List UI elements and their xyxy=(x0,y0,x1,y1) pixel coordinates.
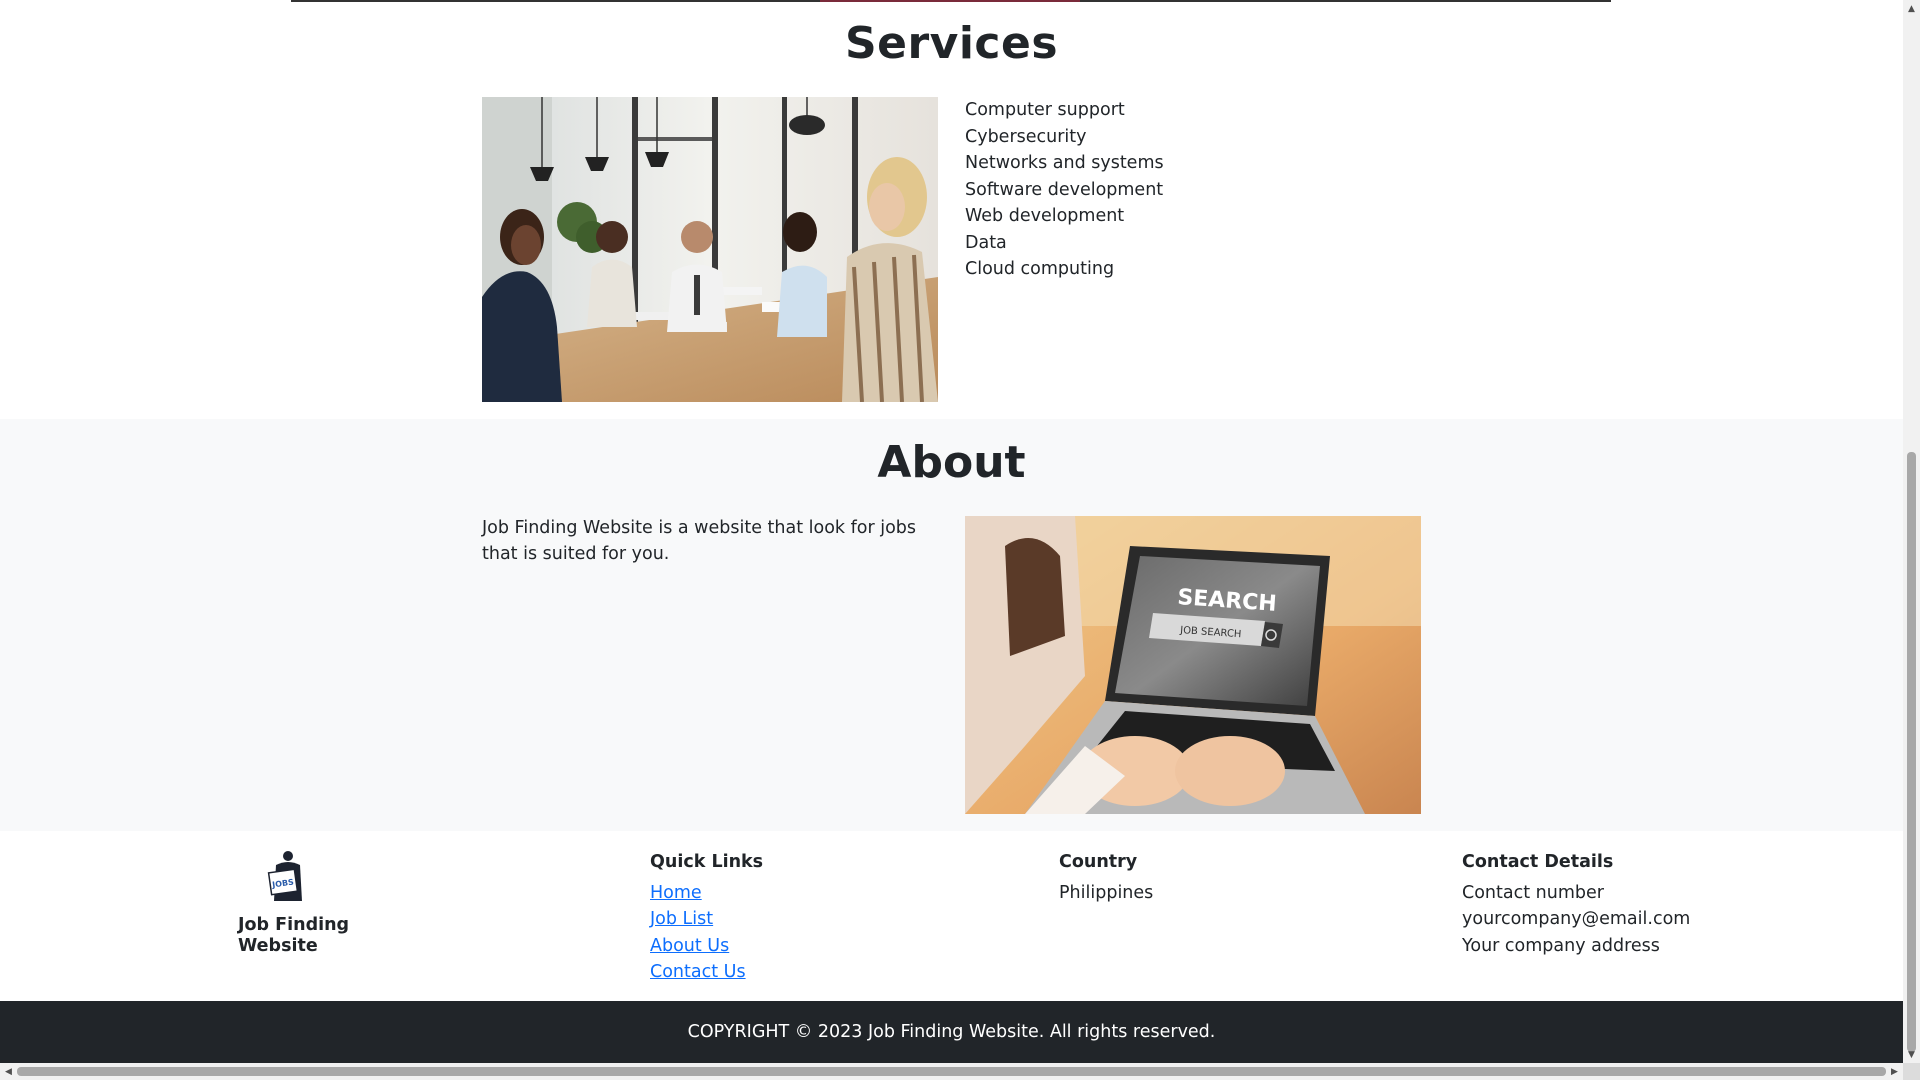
list-item: Software development xyxy=(965,179,1164,200)
page-viewport: Services Computer support Cybersecurity … xyxy=(0,0,1903,1063)
copyright-text: COPYRIGHT © 2023 Job Finding Website. Al… xyxy=(687,1022,1216,1042)
services-section: Services Computer support Cybersecurity … xyxy=(0,0,1903,419)
scrollbar-corner xyxy=(1903,1063,1920,1080)
services-list: Computer support Cybersecurity Networks … xyxy=(965,97,1164,283)
footer-brand: JOBS Job Finding Website xyxy=(238,849,378,957)
list-item: Web development xyxy=(965,206,1125,226)
footer-link-contact-us[interactable]: Contact Us xyxy=(650,959,763,986)
about-section: About Job Finding Website is a website t… xyxy=(0,419,1903,831)
services-office-meeting-image xyxy=(482,97,938,402)
about-laptop-job-search-image: SEARCH JOB SEARCH xyxy=(965,516,1421,814)
scroll-left-icon[interactable]: ◀ xyxy=(0,1063,17,1080)
footer-quick-links: Quick Links Home Job List About Us Conta… xyxy=(650,849,763,986)
quick-links-title: Quick Links xyxy=(650,852,764,872)
list-item: Networks and systems xyxy=(965,153,1164,173)
vertical-scroll-thumb[interactable] xyxy=(1907,452,1916,1052)
copyright-bar: COPYRIGHT © 2023 Job Finding Website. Al… xyxy=(0,1001,1903,1063)
scroll-up-icon[interactable]: ▲ xyxy=(1903,0,1920,17)
top-divider-accent xyxy=(820,0,1080,2)
country-value: Philippines xyxy=(1059,882,1154,903)
contact-email: yourcompany@email.com xyxy=(1462,909,1691,929)
footer-brand-name: Job Finding Website xyxy=(238,915,350,956)
list-item: Data xyxy=(965,232,1007,253)
footer-link-job-list[interactable]: Job List xyxy=(650,906,763,933)
footer-link-about-us[interactable]: About Us xyxy=(650,933,763,960)
site-footer: JOBS Job Finding Website Quick Links Hom… xyxy=(0,831,1903,1001)
vertical-scrollbar[interactable]: ▲ ▼ xyxy=(1903,0,1920,1063)
footer-link-home[interactable]: Home xyxy=(650,880,763,907)
horizontal-scroll-thumb[interactable] xyxy=(17,1067,1886,1076)
contact-details-title: Contact Details xyxy=(1462,852,1614,872)
footer-contact-details: Contact Details Contact number yourcompa… xyxy=(1462,849,1690,959)
services-title: Services xyxy=(844,18,1059,69)
scroll-right-icon[interactable]: ▶ xyxy=(1886,1063,1903,1080)
list-item: Cybersecurity xyxy=(965,126,1087,147)
list-item: Computer support xyxy=(965,100,1125,120)
about-description: Job Finding Website is a website that lo… xyxy=(482,518,917,564)
contact-address: Your company address xyxy=(1462,935,1660,956)
jobs-logo-icon: JOBS xyxy=(267,851,302,901)
about-title: About xyxy=(877,437,1026,488)
country-title: Country xyxy=(1059,852,1138,872)
scroll-down-icon[interactable]: ▼ xyxy=(1903,1046,1920,1063)
list-item: Cloud computing xyxy=(965,259,1115,279)
contact-number: Contact number xyxy=(1462,882,1604,903)
footer-country: Country Philippines xyxy=(1059,849,1153,906)
horizontal-scrollbar[interactable]: ◀ ▶ xyxy=(0,1063,1903,1080)
